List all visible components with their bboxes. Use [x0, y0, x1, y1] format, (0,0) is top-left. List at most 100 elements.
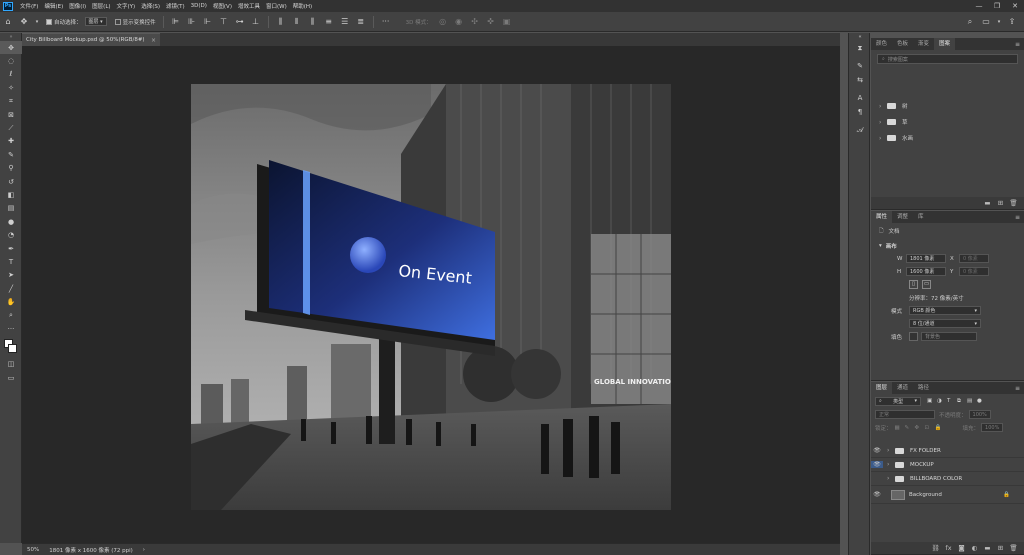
- status-menu-arrow[interactable]: ›: [138, 547, 150, 553]
- auto-select-target-dropdown[interactable]: 图层 ▾: [84, 17, 107, 26]
- line-tool-icon[interactable]: ╱: [0, 282, 22, 295]
- tab-color[interactable]: 颜色: [871, 38, 892, 50]
- brush-tool-icon[interactable]: ✎: [0, 148, 22, 161]
- eye-hidden-icon[interactable]: ·: [871, 475, 883, 482]
- distribute-center-icon[interactable]: ⫴: [291, 16, 303, 28]
- workspace-icon[interactable]: ▭: [980, 16, 992, 28]
- pattern-group[interactable]: › 树: [871, 98, 1024, 114]
- document-tab[interactable]: City Billboard Mockup.psd @ 50%(RGB/8#) …: [22, 33, 160, 46]
- menu-window[interactable]: 窗口(W): [263, 2, 290, 10]
- hand-tool-icon[interactable]: ✋: [0, 295, 22, 308]
- new-group-icon[interactable]: ▬: [981, 199, 994, 207]
- tab-layers[interactable]: 图层: [871, 382, 893, 394]
- panel-menu-icon[interactable]: ≡: [1011, 214, 1024, 221]
- roll-3d-icon[interactable]: ◉: [453, 16, 465, 28]
- tab-gradients[interactable]: 渐变: [913, 38, 934, 50]
- eye-icon[interactable]: 👁: [871, 461, 883, 468]
- home-icon[interactable]: ⌂: [2, 16, 14, 28]
- eye-icon[interactable]: 👁: [871, 447, 883, 454]
- lock-artboard-icon[interactable]: ⊡: [925, 425, 935, 431]
- filter-toggle-icon[interactable]: ●: [977, 398, 987, 404]
- brush-settings-icon[interactable]: ✎: [849, 59, 871, 73]
- layer-row[interactable]: · › BILLBOARD COLOR: [871, 472, 1024, 486]
- adjustments-icon[interactable]: ⇆: [849, 73, 871, 87]
- distribute-top-icon[interactable]: ≡: [323, 16, 335, 28]
- tab-channels[interactable]: 通道: [892, 382, 913, 394]
- lock-all-icon[interactable]: 🔒: [935, 425, 945, 431]
- align-left-icon[interactable]: ⊫: [170, 16, 182, 28]
- move-tool-icon[interactable]: ✥: [0, 41, 22, 55]
- eye-icon[interactable]: 👁: [871, 491, 883, 498]
- add-mask-icon[interactable]: ◙: [955, 544, 968, 552]
- layer-style-icon[interactable]: fx: [942, 544, 955, 552]
- history-brush-tool-icon[interactable]: ↺: [0, 175, 22, 188]
- panel-menu-icon[interactable]: ≡: [1011, 41, 1024, 48]
- menu-help[interactable]: 帮助(H): [290, 2, 315, 10]
- portrait-icon[interactable]: ▯: [909, 280, 918, 289]
- distribute-middle-icon[interactable]: ☰: [339, 16, 351, 28]
- align-middle-icon[interactable]: ⊶: [234, 16, 246, 28]
- align-right-icon[interactable]: ⊩: [202, 16, 214, 28]
- tab-swatches[interactable]: 色板: [892, 38, 913, 50]
- frame-tool-icon[interactable]: ⊠: [0, 108, 22, 121]
- orbit-3d-icon[interactable]: ◎: [437, 16, 449, 28]
- type-tool-icon[interactable]: T: [0, 255, 22, 268]
- fill-input[interactable]: 100%: [981, 423, 1004, 432]
- magic-wand-tool-icon[interactable]: ✧: [0, 81, 22, 94]
- menu-image[interactable]: 图像(I): [66, 2, 89, 10]
- menu-select[interactable]: 选择(S): [138, 2, 163, 10]
- blur-tool-icon[interactable]: ●: [0, 215, 22, 228]
- pattern-group[interactable]: › 草: [871, 114, 1024, 130]
- eyedropper-tool-icon[interactable]: ⟋: [0, 121, 22, 134]
- paragraph-panel-icon[interactable]: ¶: [849, 105, 871, 119]
- background-color-swatch[interactable]: [8, 343, 17, 353]
- pattern-search-input[interactable]: ⌕ 搜索图案: [877, 54, 1018, 64]
- tab-adjustments[interactable]: 调整: [892, 211, 913, 223]
- distribute-left-icon[interactable]: ⫼: [275, 16, 287, 28]
- chevron-right-icon[interactable]: ›: [879, 135, 887, 142]
- chevron-down-icon[interactable]: ▾: [879, 243, 882, 249]
- close-button[interactable]: ✕: [1006, 2, 1024, 10]
- distribute-right-icon[interactable]: ⫼: [307, 16, 319, 28]
- zoom-level[interactable]: 50%: [22, 547, 44, 553]
- close-tab-icon[interactable]: ×: [151, 37, 156, 44]
- path-selection-tool-icon[interactable]: ➤: [0, 269, 22, 282]
- align-center-icon[interactable]: ⊪: [186, 16, 198, 28]
- filter-adjustment-icon[interactable]: ◑: [937, 398, 947, 404]
- move-tool-icon[interactable]: ✥: [18, 16, 30, 28]
- clone-stamp-tool-icon[interactable]: ⚲: [0, 162, 22, 175]
- restore-button[interactable]: ❐: [988, 2, 1006, 10]
- menu-layer[interactable]: 图层(L): [89, 2, 113, 10]
- chevron-right-icon[interactable]: ›: [887, 475, 895, 482]
- scale-3d-icon[interactable]: ▣: [501, 16, 513, 28]
- filter-shape-icon[interactable]: ⧉: [957, 398, 967, 405]
- menu-file[interactable]: 文件(F): [17, 2, 41, 10]
- width-input[interactable]: 1801 像素: [906, 254, 946, 263]
- filter-pixel-icon[interactable]: ▣: [927, 398, 937, 404]
- filter-type-icon[interactable]: T: [947, 398, 957, 404]
- more-options-icon[interactable]: ···: [380, 16, 392, 28]
- delete-icon[interactable]: 🗑: [1007, 544, 1020, 552]
- slide-3d-icon[interactable]: ✜: [485, 16, 497, 28]
- collapse-panels-icon[interactable]: «: [849, 33, 871, 41]
- menu-type[interactable]: 文字(Y): [114, 2, 139, 10]
- drag-3d-icon[interactable]: ✣: [469, 16, 481, 28]
- tab-libraries[interactable]: 库: [913, 211, 929, 223]
- chevron-right-icon[interactable]: ›: [879, 119, 887, 126]
- tab-properties[interactable]: 属性: [871, 211, 893, 223]
- minimize-button[interactable]: —: [970, 2, 988, 10]
- lock-paint-icon[interactable]: ✎: [905, 425, 915, 431]
- delete-icon[interactable]: 🗑: [1007, 199, 1020, 207]
- x-input[interactable]: 0 像素: [959, 254, 989, 263]
- opacity-input[interactable]: 100%: [968, 410, 991, 419]
- menu-filter[interactable]: 滤镜(T): [163, 2, 188, 10]
- edit-toolbar-icon[interactable]: ···: [0, 322, 22, 335]
- new-pattern-icon[interactable]: ⊞: [994, 199, 1007, 207]
- menu-plugins[interactable]: 增效工具: [235, 2, 263, 10]
- eraser-tool-icon[interactable]: ◧: [0, 188, 22, 201]
- share-icon[interactable]: ⇪: [1006, 16, 1018, 28]
- menu-edit[interactable]: 编辑(E): [41, 2, 66, 10]
- lock-position-icon[interactable]: ✥: [915, 425, 925, 431]
- gradient-tool-icon[interactable]: ▤: [0, 202, 22, 215]
- fill-swatch[interactable]: [909, 332, 918, 341]
